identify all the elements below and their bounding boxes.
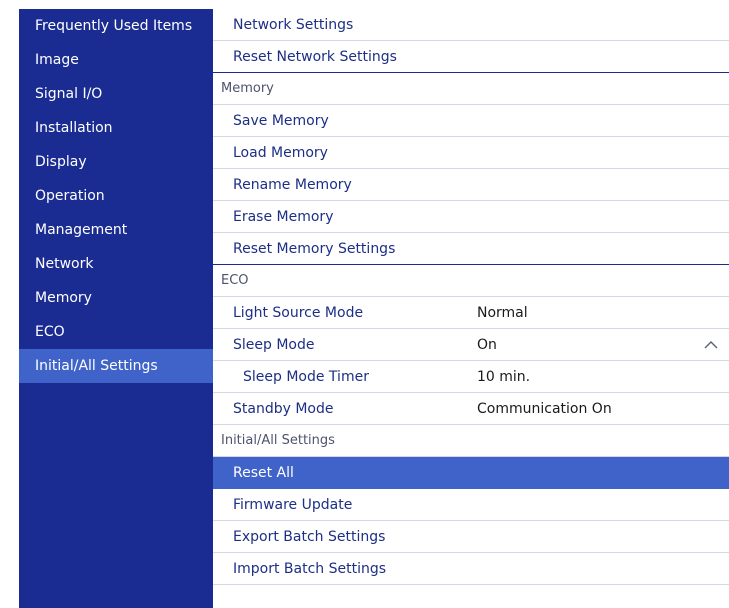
sleep-mode-timer-label: Sleep Mode Timer <box>243 369 369 385</box>
sidebar-item-network[interactable]: Network <box>19 247 213 281</box>
settings-panel: Network Settings Reset Network Settings … <box>213 9 729 608</box>
sleep-mode-row[interactable]: Sleep Mode On <box>213 329 729 361</box>
import-batch-settings-item[interactable]: Import Batch Settings <box>213 553 729 585</box>
network-settings-item[interactable]: Network Settings <box>213 9 729 41</box>
sidebar-item-eco[interactable]: ECO <box>19 315 213 349</box>
load-memory-item[interactable]: Load Memory <box>213 137 729 169</box>
chevron-up-icon[interactable] <box>703 329 719 361</box>
sidebar-item-operation[interactable]: Operation <box>19 179 213 213</box>
firmware-update-item[interactable]: Firmware Update <box>213 489 729 521</box>
sleep-mode-label: Sleep Mode <box>233 337 315 353</box>
reset-memory-settings-item[interactable]: Reset Memory Settings <box>213 233 729 265</box>
sleep-mode-value: On <box>477 337 497 353</box>
standby-mode-value: Communication On <box>477 401 612 417</box>
sidebar-menu: Frequently Used Items Image Signal I/O I… <box>19 9 213 608</box>
initial-all-settings-section-header: Initial/All Settings <box>213 425 729 457</box>
sleep-mode-timer-value: 10 min. <box>477 369 531 385</box>
erase-memory-item[interactable]: Erase Memory <box>213 201 729 233</box>
sidebar-item-image[interactable]: Image <box>19 43 213 77</box>
standby-mode-row[interactable]: Standby Mode Communication On <box>213 393 729 425</box>
sidebar-item-frequently-used-items[interactable]: Frequently Used Items <box>19 9 213 43</box>
memory-section-header: Memory <box>213 73 729 105</box>
save-memory-item[interactable]: Save Memory <box>213 105 729 137</box>
light-source-mode-value: Normal <box>477 305 528 321</box>
sidebar-item-installation[interactable]: Installation <box>19 111 213 145</box>
reset-network-settings-item[interactable]: Reset Network Settings <box>213 41 729 73</box>
export-batch-settings-item[interactable]: Export Batch Settings <box>213 521 729 553</box>
standby-mode-label: Standby Mode <box>233 401 334 417</box>
sidebar-item-memory[interactable]: Memory <box>19 281 213 315</box>
sidebar-item-initial-all-settings[interactable]: Initial/All Settings <box>19 349 213 383</box>
light-source-mode-label: Light Source Mode <box>233 305 364 321</box>
rename-memory-item[interactable]: Rename Memory <box>213 169 729 201</box>
sleep-mode-timer-row[interactable]: Sleep Mode Timer 10 min. <box>213 361 729 393</box>
sidebar-item-display[interactable]: Display <box>19 145 213 179</box>
light-source-mode-row[interactable]: Light Source Mode Normal <box>213 297 729 329</box>
eco-section-header: ECO <box>213 265 729 297</box>
reset-all-item[interactable]: Reset All <box>213 457 729 489</box>
sidebar-item-signal-io[interactable]: Signal I/O <box>19 77 213 111</box>
sidebar-item-management[interactable]: Management <box>19 213 213 247</box>
